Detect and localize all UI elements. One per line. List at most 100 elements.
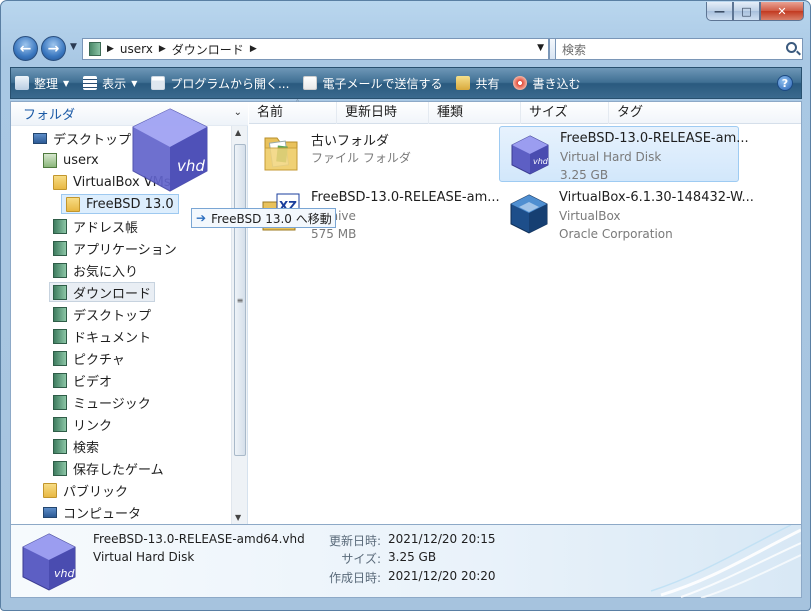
minimize-button[interactable]: — [706,2,733,21]
file-name: FreeBSD-13.0-RELEASE-am... [311,190,500,205]
tree-item-public[interactable]: パブリック [43,480,128,500]
tree-item-documents[interactable]: ドキュメント [53,326,151,346]
tree-item-downloads[interactable]: ダウンロード [49,282,156,302]
tree-item-label: アプリケーション [73,242,177,258]
chevron-down-icon[interactable]: ⌄ [234,107,242,118]
tree-item-computer[interactable]: コンピュータ [43,502,141,522]
tree-item-desktop-2[interactable]: デスクトップ [53,304,151,324]
views-button[interactable]: 表示 ▼ [83,75,137,92]
explorer-window: — □ ✕ ← → ▼ ▶ userx ▶ ダウンロード ▶ ▼ ↻ 検索 整理… [0,0,811,611]
share-label: 共有 [475,76,500,91]
email-button[interactable]: 電子メールで送信する [303,75,442,92]
tree-item-desktop[interactable]: デスクトップ [33,128,131,148]
address-bar[interactable]: ▶ userx ▶ ダウンロード ▶ ▼ [82,38,549,60]
tree-item-music[interactable]: ミュージック [53,392,151,412]
tree-item-contacts[interactable]: アドレス帳 [53,216,138,236]
applications-icon [53,240,67,256]
tree-item-label: 検索 [73,440,100,456]
program-window-icon [151,76,166,90]
column-header-name[interactable]: 名前 [249,94,337,124]
organize-button[interactable]: 整理 ▼ [15,75,69,92]
details-size-value: 3.25 GB [388,550,437,564]
column-header-size[interactable]: サイズ [521,102,609,124]
decorative-swoosh [651,525,801,598]
tree-item-label: userx [63,152,99,168]
details-modified-value: 2021/12/20 20:15 [388,532,496,546]
drag-tooltip-text: FreeBSD 13.0 へ移動 [211,211,332,226]
file-size: 3.25 GB [560,168,609,182]
tree-item-freebsd[interactable]: FreeBSD 13.0 [61,194,179,214]
scrollbar-thumb[interactable]: ≡ [234,144,246,456]
breadcrumb-separator-icon[interactable]: ▶ [250,44,257,54]
close-button[interactable]: ✕ [760,2,804,21]
burn-label: 書き込む [532,76,581,91]
file-tile-virtualbox-installer[interactable]: VirtualBox-6.1.30-148432-W... VirtualBox… [499,186,754,242]
burn-disc-icon [513,76,528,90]
downloads-icon [53,284,67,300]
organize-label: 整理 [34,76,59,91]
folder-icon [264,137,298,171]
documents-icon [53,328,67,344]
views-label: 表示 [102,76,127,91]
breadcrumb-downloads[interactable]: ダウンロード [172,41,244,58]
file-company: Oracle Corporation [559,227,673,241]
details-modified-label: 更新日時: [328,534,381,548]
links-icon [53,416,67,432]
forward-button[interactable]: → [41,36,66,61]
details-pane: vhd FreeBSD-13.0-RELEASE-amd64.vhd Virtu… [10,525,802,598]
file-name: 古いフォルダ [311,134,390,149]
burn-button[interactable]: 書き込む [513,75,580,92]
maximize-button[interactable]: □ [733,2,760,21]
file-type: Virtual Hard Disk [560,150,662,164]
file-type: ファイル フォルダ [311,151,411,165]
folder-location-icon [89,42,101,56]
forward-arrow-icon: → [47,40,60,57]
details-created-value: 2021/12/20 20:20 [388,569,496,583]
tree-item-applications[interactable]: アプリケーション [53,238,177,258]
tree-item-videos[interactable]: ビデオ [53,370,112,390]
column-header-modified[interactable]: 更新日時 [337,102,429,124]
tree-item-label: ドキュメント [73,330,152,346]
folder-icon [66,196,80,212]
recent-pages-dropdown[interactable]: ▼ [70,42,77,52]
desktop-folder-icon [53,306,67,322]
organize-icon [15,76,29,90]
column-header-tags[interactable]: タグ [609,102,689,124]
tree-item-userx[interactable]: userx [43,150,99,170]
tree-item-pictures[interactable]: ピクチャ [53,348,125,368]
open-with-button[interactable]: プログラムから開く... [151,75,289,92]
videos-icon [53,372,67,388]
details-file-type: Virtual Hard Disk [93,550,195,564]
pictures-icon [53,350,67,366]
searches-icon [53,438,67,454]
help-icon[interactable]: ? [777,75,793,91]
back-arrow-icon: ← [19,40,32,57]
favorites-star-icon [53,262,67,278]
tree-item-searches[interactable]: 検索 [53,436,99,456]
breadcrumb-separator-icon[interactable]: ▶ [159,44,166,54]
tree-item-label: ミュージック [73,396,151,412]
navpane-header-label: フォルダ [23,108,76,123]
back-button[interactable]: ← [13,36,38,61]
tree-item-links[interactable]: リンク [53,414,112,434]
file-name: FreeBSD-13.0-RELEASE-am... [560,131,749,146]
email-icon [303,76,318,90]
computer-icon [43,506,57,518]
scroll-down-icon[interactable]: ▼ [235,513,241,522]
command-toolbar: 整理 ▼ 表示 ▼ プログラムから開く... 電子メールで送信する 共有 書き込む … [10,67,802,99]
search-icon[interactable] [786,42,797,53]
column-header-type[interactable]: 種類 [429,102,521,124]
tree-item-favorites[interactable]: お気に入り [53,260,138,280]
saved-games-icon [53,460,67,476]
file-tile-old-folder[interactable]: 古いフォルダ ファイル フォルダ [251,126,491,182]
file-tile-freebsd-vhd[interactable]: vhd FreeBSD-13.0-RELEASE-am... Virtual H… [499,126,749,182]
breadcrumb-userx[interactable]: userx [120,42,153,56]
search-input[interactable]: 検索 [555,38,803,60]
scroll-up-icon[interactable]: ▲ [235,128,241,137]
share-button[interactable]: 共有 [456,75,499,92]
address-dropdown-icon[interactable]: ▼ [537,43,544,53]
breadcrumb-separator-icon[interactable]: ▶ [107,44,114,54]
tree-item-saved-games[interactable]: 保存したゲーム [53,458,164,478]
navigation-bar: ← → ▼ ▶ userx ▶ ダウンロード ▶ ▼ ↻ 検索 [9,34,803,62]
navpane-scrollbar[interactable]: ▲ ≡ ▼ [231,126,247,524]
